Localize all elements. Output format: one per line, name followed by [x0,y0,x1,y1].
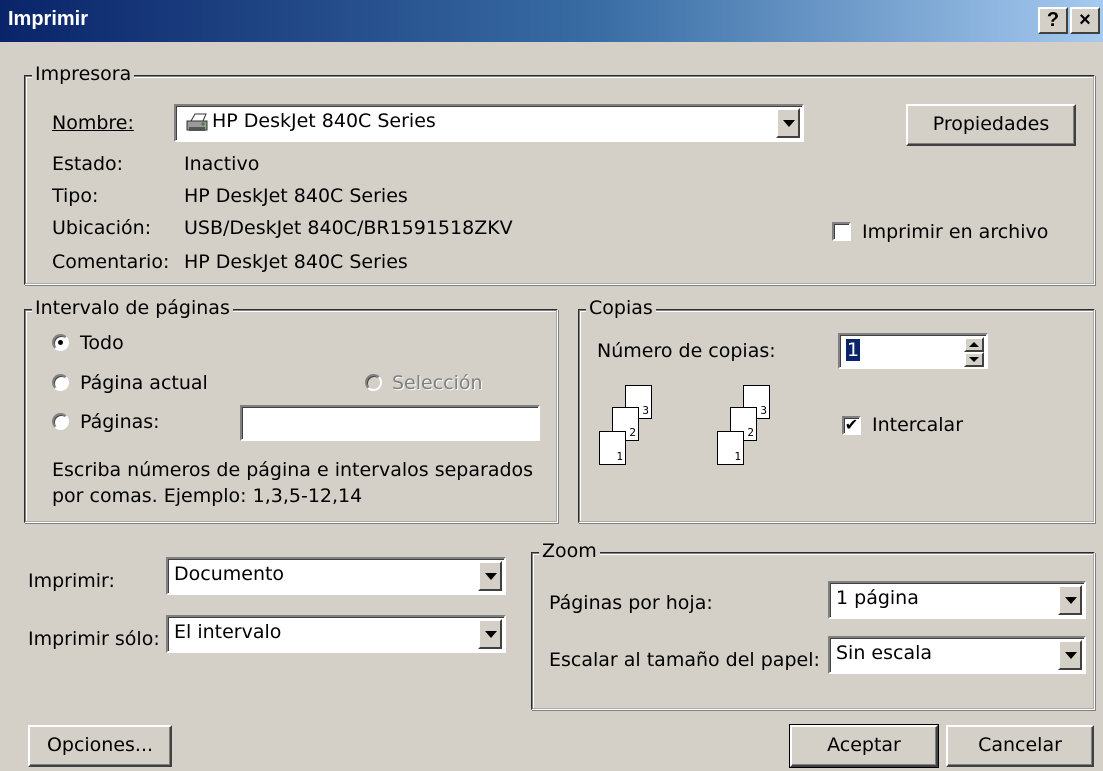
printer-name-label: Nombre: [52,112,134,134]
chevron-down-icon[interactable] [478,561,502,591]
location-value: USB/DeskJet 840C/BR1591518ZKV [184,217,513,239]
close-button[interactable]: × [1070,7,1100,34]
range-pages-radio[interactable] [52,413,69,430]
scale-label: Escalar al tamaño del papel: [549,649,820,671]
print-to-file-checkbox[interactable] [832,222,851,241]
ok-button[interactable]: Aceptar [789,724,939,768]
pages-input[interactable] [240,405,540,441]
printer-group-label: Impresora [32,64,135,84]
printer-name-combobox[interactable]: HP DeskJet 840C Series [174,104,804,142]
collate-checkbox[interactable]: ✔ [842,416,861,435]
pages-per-sheet-combobox[interactable]: 1 página [828,581,1086,619]
printer-icon [184,113,210,133]
pages-per-sheet-value: 1 página [836,587,919,609]
range-current-radio[interactable] [52,374,69,391]
printer-name-value: HP DeskJet 840C Series [212,110,436,132]
status-label: Estado: [52,153,124,175]
zoom-group [531,552,1095,710]
window-title: Imprimir [8,8,89,30]
print-only-label: Imprimir sólo: [28,628,160,650]
copies-count-value: 1 [846,339,861,361]
copies-group-label: Copias [586,298,656,318]
properties-button[interactable]: Propiedades [906,104,1076,146]
spin-down-icon[interactable] [964,352,984,367]
pages-per-sheet-label: Páginas por hoja: [549,592,713,614]
status-value: Inactivo [184,153,260,175]
chevron-down-icon[interactable] [1058,585,1082,615]
scale-combobox[interactable]: Sin escala [828,636,1086,674]
copies-count-input[interactable]: 1 [838,333,988,369]
range-selection-label[interactable]: Selección [392,372,483,394]
print-what-value: Documento [174,563,285,585]
collate-illustration-right: 3 2 1 [715,385,795,485]
copies-count-label: Número de copias: [597,340,776,362]
chevron-down-icon[interactable] [776,108,800,138]
zoom-group-label: Zoom [539,541,600,561]
type-value: HP DeskJet 840C Series [184,185,408,207]
range-pages-label[interactable]: Páginas: [80,411,160,433]
help-button[interactable]: ? [1038,7,1068,34]
range-all-label[interactable]: Todo [80,332,124,354]
title-bar: Imprimir ? × [0,0,1103,42]
spin-up-icon[interactable] [964,337,984,352]
print-what-label: Imprimir: [28,570,115,592]
print-to-file-label[interactable]: Imprimir en archivo [862,221,1048,243]
collate-label[interactable]: Intercalar [872,414,963,436]
print-only-value: El intervalo [174,621,282,643]
scale-value: Sin escala [836,642,933,664]
chevron-down-icon[interactable] [1058,640,1082,670]
page-icon: 1 [717,431,744,465]
collate-illustration-left: 3 2 1 [597,385,677,485]
chevron-down-icon[interactable] [478,619,502,649]
page-range-hint: Escriba números de página e intervalos s… [52,459,534,507]
comment-label: Comentario: [52,251,170,273]
comment-value: HP DeskJet 840C Series [184,251,408,273]
location-label: Ubicación: [52,217,152,239]
range-selection-radio[interactable] [365,374,382,391]
type-label: Tipo: [52,185,99,207]
page-range-group-label: Intervalo de páginas [32,298,233,318]
print-what-combobox[interactable]: Documento [166,557,506,595]
options-button[interactable]: Opciones... [28,725,172,767]
cancel-button[interactable]: Cancelar [946,725,1094,767]
range-current-label[interactable]: Página actual [80,372,208,394]
range-all-radio[interactable] [52,334,69,351]
page-icon: 1 [599,431,626,465]
print-only-combobox[interactable]: El intervalo [166,615,506,653]
